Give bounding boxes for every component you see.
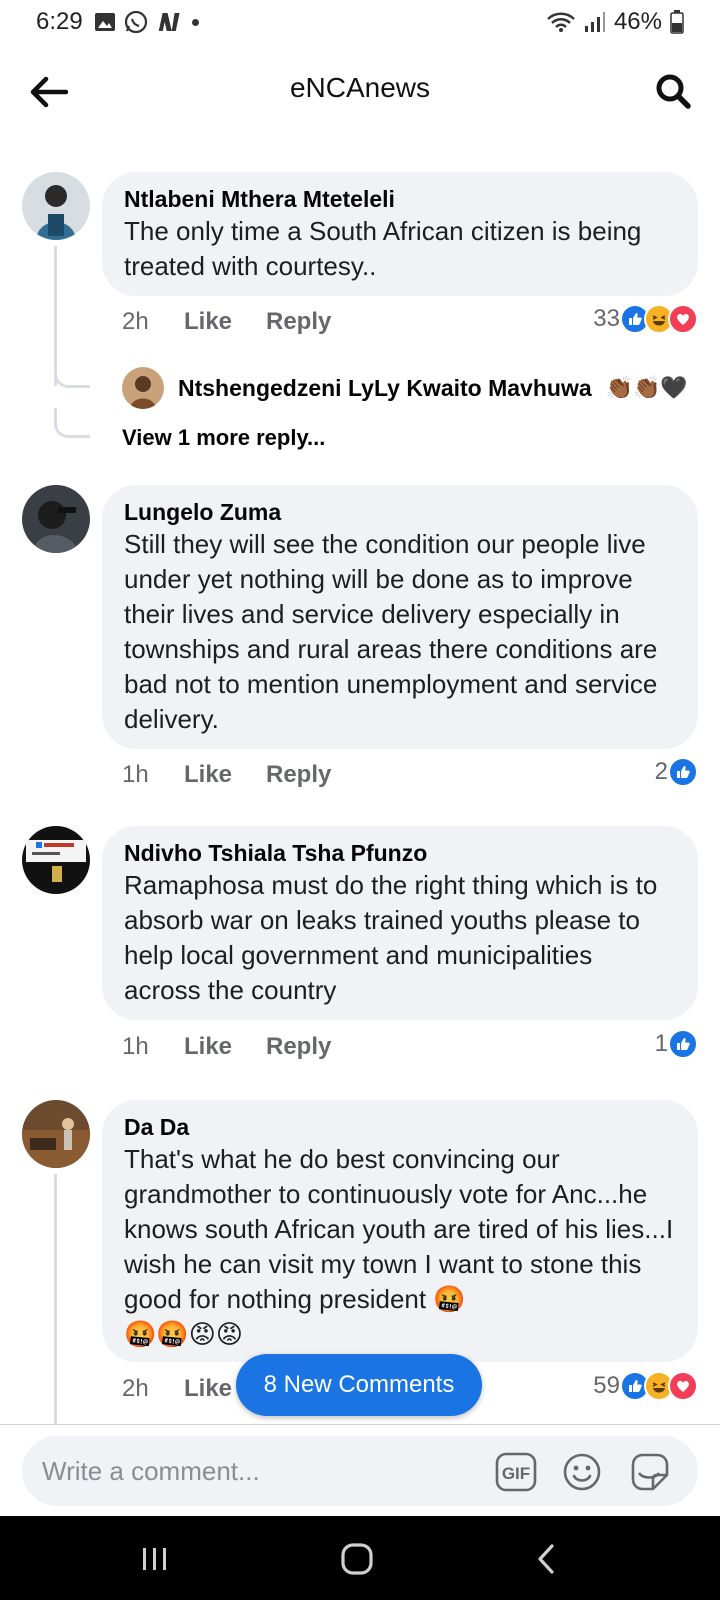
comment-bubble[interactable]: Ntlabeni Mthera Mteteleli The only time … xyxy=(102,172,698,296)
avatar[interactable] xyxy=(22,826,90,894)
notification-icons xyxy=(94,10,199,34)
divider xyxy=(0,1424,720,1425)
search-icon xyxy=(656,74,691,109)
profile-photo xyxy=(22,826,90,894)
avatar[interactable] xyxy=(22,172,90,240)
reply-emoji: 👏🏾👏🏾🖤 xyxy=(605,375,688,400)
reaction-count: 1 xyxy=(654,1030,668,1057)
reply-avatar[interactable] xyxy=(122,367,164,409)
comment-time: 1h xyxy=(122,761,149,788)
reaction-count: 59 xyxy=(593,1372,620,1399)
gif-label: GIF xyxy=(502,1464,530,1483)
chevron-left-icon xyxy=(538,1544,554,1574)
comment-author[interactable]: Da Da xyxy=(124,1112,676,1142)
reply-button[interactable]: Reply xyxy=(266,761,331,789)
whatsapp-icon xyxy=(124,10,148,34)
comment-actions: 1h Like Reply xyxy=(122,761,331,789)
view-more-replies-link[interactable]: View 1 more reply... xyxy=(122,425,325,451)
gif-icon: GIF xyxy=(495,1452,537,1492)
app-header: eNCAnews xyxy=(0,56,720,126)
home-icon xyxy=(341,1543,373,1575)
reaction-summary[interactable]: 59 xyxy=(593,1371,698,1401)
profile-photo xyxy=(22,485,90,553)
comment-emoji-line: 🤬🤬😡😡 xyxy=(124,1319,243,1349)
search-button[interactable] xyxy=(650,68,696,114)
reply-author: Ntshengedzeni LyLy Kwaito Mavhuwa xyxy=(178,374,592,401)
like-button[interactable]: Like xyxy=(184,761,266,789)
profile-photo xyxy=(22,1100,90,1168)
reaction-count: 33 xyxy=(593,305,620,332)
comment-text: Ramaphosa must do the right thing which … xyxy=(124,870,658,1005)
page-title: eNCAnews xyxy=(289,72,431,103)
love-icon xyxy=(668,304,698,334)
battery-icon xyxy=(670,10,684,34)
status-time: 6:29 xyxy=(36,8,83,35)
gif-button[interactable]: GIF xyxy=(494,1450,538,1494)
home-button[interactable] xyxy=(334,1536,380,1582)
profile-photo xyxy=(122,367,164,409)
sticker-icon xyxy=(631,1453,669,1491)
reaction-summary[interactable]: 2 xyxy=(655,757,698,787)
comment-composer: GIF xyxy=(22,1436,698,1506)
system-nav-bar xyxy=(0,1516,720,1600)
comment-actions: 1h Like Reply xyxy=(122,1033,331,1061)
comment-actions: 2h Like Reply xyxy=(122,308,331,336)
reply-button[interactable]: Reply xyxy=(266,1033,331,1061)
smiley-icon xyxy=(563,1453,601,1491)
love-icon xyxy=(668,1371,698,1401)
new-comments-button[interactable]: 8 New Comments xyxy=(236,1354,482,1416)
reaction-summary[interactable]: 33 xyxy=(593,304,698,334)
comment-bubble[interactable]: Lungelo Zuma Still they will see the con… xyxy=(102,485,698,749)
like-button[interactable]: Like xyxy=(184,1033,266,1061)
status-right: 46% xyxy=(546,8,684,36)
reply-preview[interactable]: Ntshengedzeni LyLy Kwaito Mavhuwa 👏🏾👏🏾🖤 xyxy=(122,367,688,409)
recents-button[interactable] xyxy=(132,1536,178,1582)
profile-photo xyxy=(22,172,90,240)
avatar[interactable] xyxy=(22,1100,90,1168)
avatar[interactable] xyxy=(22,485,90,553)
system-back-button[interactable] xyxy=(524,1536,570,1582)
comment-text: That's what he do best convincing our gr… xyxy=(124,1144,674,1314)
signal-icon xyxy=(584,12,605,32)
reply-button[interactable]: Reply xyxy=(266,308,331,336)
emoji-button[interactable] xyxy=(560,1450,604,1494)
comment-time: 2h xyxy=(122,308,149,335)
netflix-icon xyxy=(158,13,180,31)
comment-text: The only time a South African citizen is… xyxy=(124,216,642,281)
like-icon xyxy=(668,757,698,787)
battery-percent: 46% xyxy=(613,8,662,35)
reaction-summary[interactable]: 1 xyxy=(655,1029,698,1059)
comment-time: 2h xyxy=(122,1375,149,1402)
comment-text: Still they will see the condition our pe… xyxy=(124,529,658,734)
wifi-icon xyxy=(547,12,575,32)
comment-time: 1h xyxy=(122,1033,149,1060)
like-icon xyxy=(668,1029,698,1059)
thread-line xyxy=(54,1174,57,1424)
thread-branch xyxy=(54,358,90,388)
dot-icon xyxy=(192,18,199,26)
comment-author[interactable]: Lungelo Zuma xyxy=(124,497,676,527)
sticker-button[interactable] xyxy=(628,1450,672,1494)
gallery-icon xyxy=(95,13,115,31)
recents-icon xyxy=(143,1548,166,1570)
comment-author[interactable]: Ndivho Tshiala Tsha Pfunzo xyxy=(124,838,676,868)
comment-bubble[interactable]: Da Da That's what he do best convincing … xyxy=(102,1100,698,1362)
comment-input[interactable] xyxy=(42,1448,482,1494)
thread-branch xyxy=(54,408,90,438)
status-bar: 6:29 46% xyxy=(0,0,720,46)
comment-bubble[interactable]: Ndivho Tshiala Tsha Pfunzo Ramaphosa mus… xyxy=(102,826,698,1020)
reaction-count: 2 xyxy=(654,758,668,785)
like-button[interactable]: Like xyxy=(184,308,266,336)
comment-author[interactable]: Ntlabeni Mthera Mteteleli xyxy=(124,184,676,214)
